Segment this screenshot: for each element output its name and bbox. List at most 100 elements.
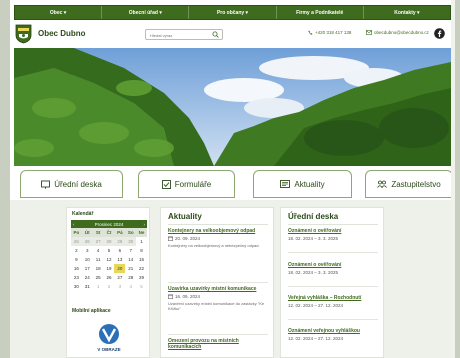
calendar-day[interactable]: 20 xyxy=(114,264,126,273)
calendar-weekday: Pá xyxy=(114,228,126,237)
calendar-day[interactable]: 11 xyxy=(93,255,104,264)
notice-separator xyxy=(288,252,378,253)
calendar-day[interactable]: 9 xyxy=(71,255,82,264)
notice-item: Veřejná vyhláška – Rozhodnutí 12. 02. 20… xyxy=(288,295,380,308)
calendar-day[interactable]: 28 xyxy=(125,273,136,282)
search-icon[interactable] xyxy=(212,31,219,38)
calendar-day[interactable]: 4 xyxy=(93,246,104,255)
news-item-desc: Kontejnery na velkoobjemový a nebezpečný… xyxy=(168,243,260,248)
calendar-day[interactable]: 30 xyxy=(71,282,82,291)
aktuality-column: Aktuality Kontejnery na velkoobjemový od… xyxy=(160,207,274,358)
calendar-weekday: So xyxy=(125,228,137,237)
calendar-day[interactable]: 2 xyxy=(71,246,82,255)
calendar-day[interactable]: 8 xyxy=(136,246,147,255)
calendar-day[interactable]: 25 xyxy=(93,273,104,282)
next-month-icon[interactable]: › xyxy=(144,222,146,227)
phone-number: +420 318 417 138 xyxy=(315,30,352,35)
notice-date: 12. 02. 2024 – 27. 12. 2024 xyxy=(288,336,344,341)
news-item: Omezení provozu na místních komunikacích xyxy=(168,338,268,350)
tab-zastupitelstvo[interactable]: Zastupitelstvo xyxy=(365,170,453,198)
calendar-day[interactable]: 23 xyxy=(71,273,82,282)
calendar-day[interactable]: 1 xyxy=(136,237,147,246)
search-input[interactable] xyxy=(150,31,210,39)
hero-image xyxy=(14,48,451,166)
calendar-header: ‹ Prosinec 2024 › xyxy=(71,220,147,228)
calendar-day[interactable]: 29 xyxy=(136,273,147,282)
coat-of-arms-icon[interactable] xyxy=(15,24,32,44)
v-obraze-app-icon[interactable]: V OBRAZE xyxy=(91,320,127,356)
calendar-title: Kalendář xyxy=(72,211,94,217)
calendar-day[interactable]: 2 xyxy=(104,282,115,291)
news-item-title[interactable]: Omezení provozu na místních komunikacích xyxy=(168,338,268,350)
nav-item-obecni-urad[interactable]: Obecní úřad ▾ xyxy=(102,6,190,19)
calendar-day[interactable]: 19 xyxy=(104,264,115,273)
calendar-day[interactable]: 5 xyxy=(104,246,115,255)
calendar-day[interactable]: 6 xyxy=(114,246,125,255)
calendar-day[interactable]: 24 xyxy=(82,273,93,282)
phone-contact[interactable]: +420 318 417 138 xyxy=(308,30,351,35)
calendar-day[interactable]: 3 xyxy=(114,282,125,291)
tab-aktuality[interactable]: Aktuality xyxy=(253,170,352,198)
calendar-day[interactable]: 31 xyxy=(82,282,93,291)
tab-label: Aktuality xyxy=(294,179,325,189)
calendar-day[interactable]: 10 xyxy=(82,255,93,264)
tab-formulare[interactable]: Formuláře xyxy=(138,170,235,198)
calendar-day[interactable]: 1 xyxy=(93,282,104,291)
notice-separator xyxy=(288,286,378,287)
notice-title[interactable]: Oznámení o ověřování xyxy=(288,228,380,234)
nav-item-obec[interactable]: Obec ▾ xyxy=(15,6,103,19)
news-separator xyxy=(168,334,268,335)
calendar-month: Prosinec 2024 xyxy=(94,221,124,227)
notice-date: 18. 02. 2024 – 3. 3. 2025 xyxy=(288,270,339,275)
sidebar: Kalendář ‹ Prosinec 2024 › Po Út St Čt Pá So N… xyxy=(66,207,150,358)
news-separator xyxy=(168,282,268,283)
email-contact[interactable]: obecdubno@obecdubno.cz xyxy=(366,30,429,35)
calendar-day[interactable]: 3 xyxy=(82,246,93,255)
calendar-day[interactable]: 25 xyxy=(71,237,82,246)
calendar-weekday: Čt xyxy=(103,228,115,237)
calendar-day[interactable]: 18 xyxy=(93,264,104,273)
notice-title[interactable]: Veřejná vyhláška – Rozhodnutí xyxy=(288,295,380,301)
calendar-day[interactable]: 16 xyxy=(71,264,82,273)
calendar-day[interactable]: 13 xyxy=(114,255,125,264)
phone-icon xyxy=(308,30,313,35)
news-date-text: 16. 09. 2024 xyxy=(175,294,201,299)
calendar-day[interactable]: 5 xyxy=(136,282,147,291)
notice-title[interactable]: Oznámení o ověřování xyxy=(288,262,380,268)
calendar-day[interactable]: 26 xyxy=(104,273,115,282)
calendar-weekday: Po xyxy=(71,228,82,237)
calendar-day[interactable]: 17 xyxy=(82,264,93,273)
calendar-day[interactable]: 27 xyxy=(92,237,104,246)
notice-title[interactable]: Oznámení veřejnou vyhláškou xyxy=(288,328,380,334)
news-item-date: 20. 09. 2024 xyxy=(168,236,268,241)
tab-uredni-deska[interactable]: Úřední deska xyxy=(20,170,123,198)
nav-item-firmy[interactable]: Firmy a Podnikatelé xyxy=(277,6,364,19)
uredni-deska-column: Úřední deska Oznámení o ověřování 18. 02… xyxy=(280,207,384,358)
notice-separator xyxy=(288,319,378,320)
calendar-day[interactable]: 12 xyxy=(104,255,115,264)
notice-item: Oznámení veřejnou vyhláškou 12. 02. 2024… xyxy=(288,328,380,341)
news-item-title[interactable]: Kontejnery na velkoobjemový odpad xyxy=(168,228,268,234)
tab-label: Úřední deska xyxy=(54,179,102,189)
site-title[interactable]: Obec Dubno xyxy=(38,29,86,38)
calendar-day[interactable]: 4 xyxy=(125,282,136,291)
calendar-day[interactable]: 22 xyxy=(136,264,147,273)
news-item: Uzavírka uzavírky místní komunikace 16. … xyxy=(168,286,268,311)
calendar-day[interactable]: 15 xyxy=(136,255,147,264)
prev-month-icon[interactable]: ‹ xyxy=(73,222,75,227)
calendar-day[interactable]: 28 xyxy=(103,237,115,246)
news-item-title[interactable]: Uzavírka uzavírky místní komunikace xyxy=(168,286,268,292)
calendar-day[interactable]: 21 xyxy=(125,264,136,273)
nav-item-pro-obcany[interactable]: Pro občany ▾ xyxy=(189,6,277,19)
calendar-day[interactable]: 14 xyxy=(125,255,136,264)
calendar-day[interactable]: 27 xyxy=(114,273,125,282)
calendar-day[interactable]: 30 xyxy=(125,237,137,246)
page-edge xyxy=(451,0,455,358)
calendar-day[interactable]: 7 xyxy=(125,246,136,255)
quick-links: Úřední deska Formuláře Aktuality Zastupi… xyxy=(14,170,453,200)
facebook-icon[interactable] xyxy=(434,28,445,39)
nav-item-kontakty[interactable]: Kontakty ▾ xyxy=(364,6,450,19)
calendar-day[interactable]: 26 xyxy=(81,237,93,246)
news-item-date: 16. 09. 2024 xyxy=(168,294,268,299)
calendar-day[interactable]: 29 xyxy=(114,237,126,246)
